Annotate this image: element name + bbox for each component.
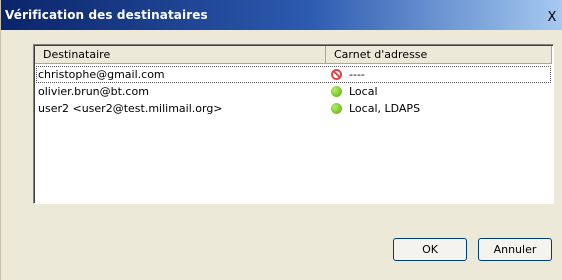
green-dot-icon (331, 103, 342, 114)
recipient-verification-dialog: Vérification des destinataires X Destina… (0, 0, 562, 280)
green-dot-icon (331, 86, 342, 97)
dialog-title: Vérification des destinataires (5, 8, 208, 22)
no-entry-icon (331, 69, 342, 80)
table-row[interactable]: user2 <user2@test.milimail.org> Local, L… (36, 100, 551, 117)
ok-button[interactable]: OK (393, 238, 467, 261)
recipient-cell: olivier.brun@bt.com (38, 85, 149, 98)
address-book-label: Local (349, 85, 378, 98)
recipient-cell: christophe@gmail.com (38, 68, 165, 81)
table-row[interactable]: olivier.brun@bt.com Local (36, 83, 551, 100)
title-bar: Vérification des destinataires X (1, 0, 562, 30)
cancel-button[interactable]: Annuler (478, 238, 552, 261)
list-rows: christophe@gmail.com ---- olivier.brun@b… (36, 66, 551, 117)
recipient-cell: user2 <user2@test.milimail.org> (38, 102, 223, 115)
close-button[interactable]: X (545, 11, 559, 25)
list-header: Destinataire Carnet d'adresse (35, 46, 552, 64)
address-book-label: Local, LDAPS (349, 102, 421, 115)
recipients-list[interactable]: Destinataire Carnet d'adresse christophe… (33, 44, 554, 204)
column-header-address-book[interactable]: Carnet d'adresse (326, 46, 552, 63)
column-header-recipient[interactable]: Destinataire (35, 46, 326, 63)
table-row[interactable]: christophe@gmail.com ---- (36, 66, 551, 83)
address-book-label: ---- (349, 68, 365, 81)
